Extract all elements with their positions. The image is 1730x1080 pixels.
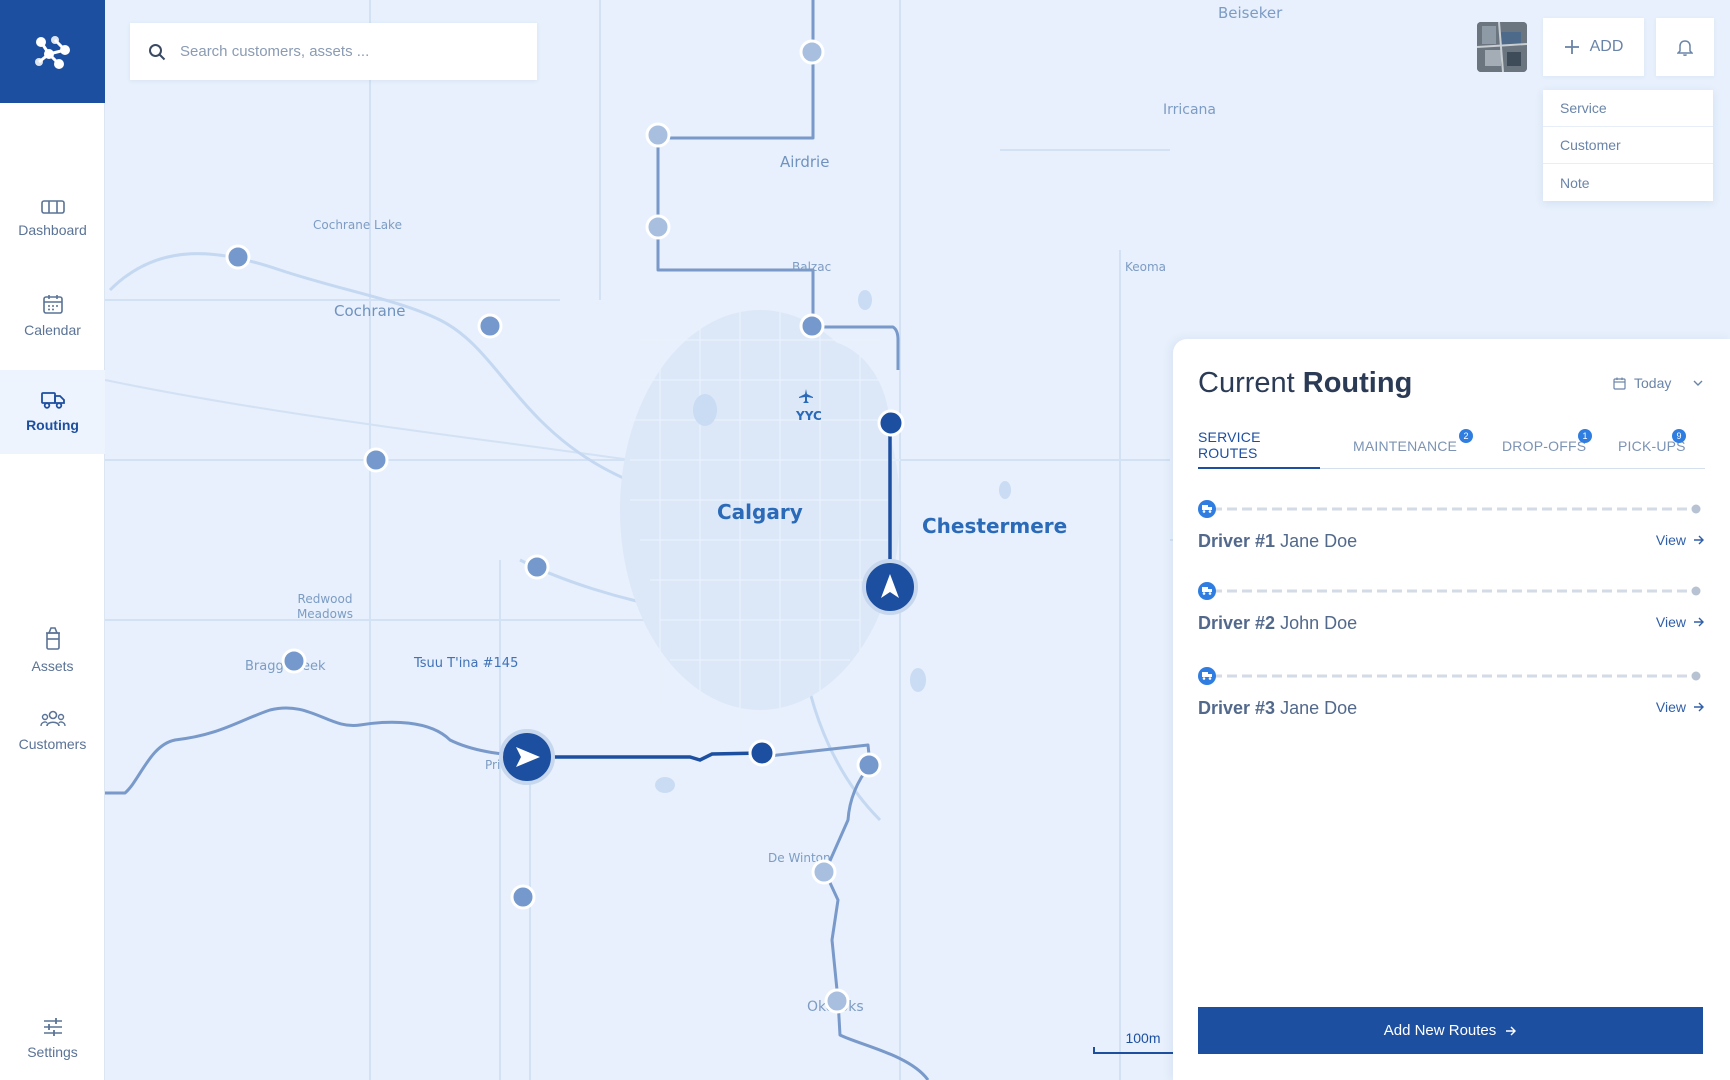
nav-customers-label: Customers bbox=[18, 736, 87, 752]
trash-bin-icon bbox=[45, 627, 60, 650]
sidebar: Dashboard Calendar Routing Assets Custom… bbox=[0, 0, 105, 1080]
arrow-right-icon bbox=[1694, 617, 1704, 627]
dashboard-icon bbox=[40, 200, 65, 214]
pick-ups-count-badge: 9 bbox=[1672, 429, 1686, 443]
bell-icon bbox=[1677, 40, 1693, 56]
search-icon bbox=[149, 43, 166, 60]
place-label: Cochrane bbox=[334, 302, 406, 320]
arrow-right-icon bbox=[1694, 535, 1704, 545]
map-style-thumbnail[interactable] bbox=[1477, 22, 1527, 72]
view-link-label: View bbox=[1655, 532, 1686, 548]
notifications-button[interactable] bbox=[1656, 18, 1714, 76]
arrow-right-icon bbox=[1694, 702, 1704, 712]
place-label: Airdrie bbox=[780, 153, 830, 171]
plus-icon bbox=[1564, 40, 1579, 54]
driver-fullname: John Doe bbox=[1280, 613, 1358, 633]
tab-drop-offs[interactable]: DROP-OFFS bbox=[1502, 423, 1586, 469]
nav-assets[interactable]: Assets bbox=[0, 626, 105, 678]
add-menu: Service Customer Note bbox=[1543, 90, 1713, 201]
view-link-label: View bbox=[1655, 614, 1686, 630]
tab-service-routes[interactable]: SERVICE ROUTES bbox=[1198, 423, 1320, 469]
place-label: Keoma bbox=[1125, 260, 1167, 274]
route-progress-track bbox=[1198, 500, 1701, 518]
calendar-icon bbox=[42, 295, 63, 314]
add-menu-item-note[interactable]: Note bbox=[1543, 164, 1713, 201]
driver-name: Driver #3 Jane Doe bbox=[1198, 698, 1357, 719]
driver-fullname: Jane Doe bbox=[1280, 531, 1358, 551]
search-box[interactable] bbox=[130, 23, 537, 80]
add-button[interactable]: ADD bbox=[1543, 18, 1644, 76]
panel-title-light: Current bbox=[1198, 367, 1295, 399]
nav-calendar-label: Calendar bbox=[24, 322, 81, 338]
nav-dashboard[interactable]: Dashboard bbox=[0, 200, 105, 260]
nav-routing-label: Routing bbox=[26, 417, 79, 433]
date-selector[interactable]: Today bbox=[1613, 375, 1703, 391]
nav-dashboard-label: Dashboard bbox=[18, 222, 87, 238]
satellite-thumbnail-icon bbox=[1477, 22, 1527, 72]
nav-settings[interactable]: Settings bbox=[0, 1018, 105, 1062]
search-input[interactable] bbox=[180, 43, 510, 60]
people-icon bbox=[39, 710, 66, 727]
place-label: De Winton bbox=[768, 851, 831, 865]
place-label: Redwood Meadows bbox=[296, 592, 354, 621]
place-label-calgary: Calgary bbox=[717, 500, 803, 524]
routing-tabs: SERVICE ROUTES MAINTENANCE 2 DROP-OFFS 1… bbox=[1198, 423, 1705, 469]
place-label: Beiseker bbox=[1218, 4, 1283, 22]
view-driver-link[interactable]: View bbox=[1656, 532, 1705, 548]
place-label: Balzac bbox=[792, 260, 832, 274]
tab-label: DROP-OFFS bbox=[1502, 438, 1587, 454]
arrow-right-icon bbox=[1506, 1026, 1517, 1035]
add-button-label: ADD bbox=[1589, 38, 1624, 55]
maintenance-count-badge: 2 bbox=[1459, 429, 1473, 443]
tab-label: SERVICE ROUTES bbox=[1198, 429, 1261, 461]
view-driver-link[interactable]: View bbox=[1656, 699, 1705, 715]
app-logo[interactable] bbox=[0, 0, 105, 103]
airport-icon bbox=[799, 389, 813, 403]
sliders-icon bbox=[43, 1018, 62, 1036]
driver-name: Driver #2 John Doe bbox=[1198, 613, 1357, 634]
nav-routing[interactable]: Routing bbox=[0, 370, 105, 454]
nav-calendar[interactable]: Calendar bbox=[0, 294, 105, 354]
nav-customers[interactable]: Customers bbox=[0, 710, 105, 760]
panel-title: Current Routing bbox=[1198, 367, 1412, 400]
view-link-label: View bbox=[1655, 699, 1686, 715]
driver-fullname: Jane Doe bbox=[1280, 698, 1358, 718]
driver-row[interactable]: Driver #3 Jane Doe View bbox=[1198, 666, 1705, 726]
place-label: Bragg Creek bbox=[245, 659, 326, 674]
panel-title-bold: Routing bbox=[1302, 367, 1413, 399]
chevron-down-icon bbox=[1693, 380, 1703, 386]
driver-name: Driver #1 Jane Doe bbox=[1198, 531, 1357, 552]
route-progress-track bbox=[1198, 667, 1701, 685]
place-label: Irricana bbox=[1163, 102, 1217, 118]
date-selector-value: Today bbox=[1634, 375, 1672, 391]
driver-row[interactable]: Driver #1 Jane Doe View bbox=[1198, 499, 1705, 559]
nav-assets-label: Assets bbox=[31, 658, 74, 674]
add-new-routes-label: Add New Routes bbox=[1383, 1022, 1497, 1039]
add-menu-item-customer[interactable]: Customer bbox=[1543, 127, 1713, 164]
place-label: Priddis bbox=[485, 758, 526, 772]
logo-icon bbox=[34, 35, 70, 69]
place-label: YYC bbox=[796, 409, 822, 423]
drop-offs-count-badge: 1 bbox=[1578, 429, 1592, 443]
place-label: Tsuu T'ina #145 bbox=[414, 656, 519, 671]
place-label-chestermere: Chestermere bbox=[922, 514, 1068, 538]
place-label: Okotoks bbox=[807, 999, 864, 1015]
add-menu-item-service[interactable]: Service bbox=[1543, 90, 1713, 127]
driver-number: Driver #3 bbox=[1198, 698, 1276, 718]
add-new-routes-button[interactable]: Add New Routes bbox=[1198, 1007, 1703, 1054]
driver-number: Driver #2 bbox=[1198, 613, 1276, 633]
driver-number: Driver #1 bbox=[1198, 531, 1276, 551]
tab-label: MAINTENANCE bbox=[1353, 438, 1458, 454]
truck-icon bbox=[40, 392, 65, 409]
driver-row[interactable]: Driver #2 John Doe View bbox=[1198, 581, 1705, 641]
tab-maintenance[interactable]: MAINTENANCE bbox=[1353, 423, 1457, 469]
nav-settings-label: Settings bbox=[27, 1044, 78, 1060]
view-driver-link[interactable]: View bbox=[1656, 614, 1705, 630]
route-progress-track bbox=[1198, 582, 1701, 600]
place-label: Cochrane Lake bbox=[313, 218, 402, 232]
routing-panel: Current Routing Today SERVICE ROUTES MAI… bbox=[1173, 339, 1730, 1080]
calendar-icon bbox=[1613, 377, 1626, 390]
